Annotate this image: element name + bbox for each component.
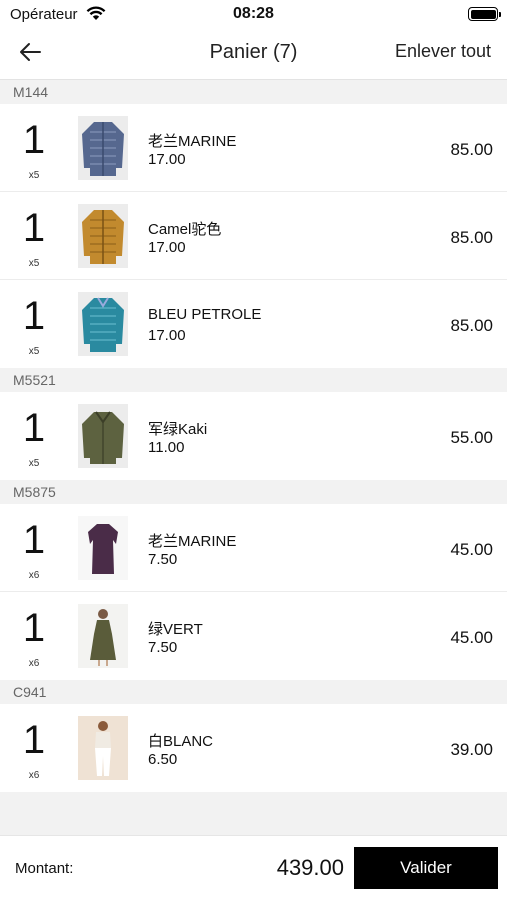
pack-multiplier: x6 (28, 570, 40, 581)
pack-multiplier: x6 (28, 658, 40, 669)
navigation-bar: Panier (7) Enlever tout (0, 28, 507, 80)
product-thumbnail (78, 292, 128, 356)
clock: 08:28 (233, 5, 274, 22)
pack-multiplier: x5 (28, 458, 40, 469)
cart-item[interactable]: 1 x5 军绿Kaki 11.00 55.00 (0, 392, 507, 480)
section-header: C941 (0, 680, 507, 704)
unit-price: 17.00 (148, 327, 186, 344)
product-thumbnail (78, 404, 128, 468)
product-thumbnail (78, 604, 128, 668)
unit-price: 11.00 (148, 439, 185, 456)
line-total: 45.00 (450, 540, 493, 559)
product-thumbnail (78, 116, 128, 180)
pack-multiplier: x5 (28, 170, 40, 181)
cart-item[interactable]: 1 x6 白BLANC 6.50 39.00 (0, 704, 507, 792)
status-bar: Opérateur 08:28 (0, 0, 507, 28)
quantity: 1 (22, 718, 46, 762)
product-name: BLEU PETROLE (148, 306, 262, 323)
cart-item[interactable]: 1 x6 绿VERT 7.50 45.00 (0, 592, 507, 680)
unit-price: 7.50 (148, 639, 178, 656)
battery-icon (468, 7, 501, 21)
quantity: 1 (22, 118, 46, 162)
cart-list: M144 1 x5 老兰MARINE 17.00 85.00 1 x5 Came… (0, 80, 507, 792)
product-thumbnail (78, 716, 128, 780)
unit-price: 7.50 (148, 551, 178, 568)
product-name: 白BLANC (148, 733, 214, 750)
total-amount: 439.00 (276, 855, 344, 880)
pack-multiplier: x6 (28, 770, 40, 781)
pack-multiplier: x5 (28, 258, 40, 269)
section-header: M5875 (0, 480, 507, 504)
section-header: M5521 (0, 368, 507, 392)
line-total: 39.00 (450, 740, 493, 759)
product-name: 老兰MARINE (148, 133, 237, 150)
product-thumbnail (78, 204, 128, 268)
quantity: 1 (22, 606, 46, 650)
cart-item[interactable]: 1 x5 BLEU PETROLE 17.00 85.00 (0, 280, 507, 368)
product-name: 军绿Kaki (148, 421, 208, 438)
remove-all-button[interactable]: Enlever tout (395, 41, 491, 62)
cart-item[interactable]: 1 x5 老兰MARINE 17.00 85.00 (0, 104, 507, 192)
unit-price: 17.00 (148, 239, 186, 256)
pack-multiplier: x5 (28, 346, 40, 357)
product-name: 老兰MARINE (148, 533, 237, 550)
amount-label: Montant: (15, 860, 74, 877)
cart-item[interactable]: 1 x6 老兰MARINE 7.50 45.00 (0, 504, 507, 592)
quantity: 1 (22, 518, 46, 562)
product-thumbnail (78, 516, 128, 580)
line-total: 85.00 (450, 140, 493, 159)
line-total: 85.00 (450, 316, 493, 335)
section-header: M144 (0, 80, 507, 104)
line-total: 45.00 (450, 628, 493, 647)
line-total: 85.00 (450, 228, 493, 247)
unit-price: 6.50 (148, 751, 178, 768)
validate-button[interactable]: Valider (354, 847, 498, 889)
quantity: 1 (22, 406, 46, 450)
checkout-footer: Montant: 439.00 Valider (0, 835, 507, 900)
product-name: 绿VERT (148, 621, 203, 638)
unit-price: 17.00 (148, 151, 186, 168)
cart-item[interactable]: 1 x5 Camel驼色 17.00 85.00 (0, 192, 507, 280)
quantity: 1 (22, 294, 46, 338)
quantity: 1 (22, 206, 46, 250)
product-name: Camel驼色 (148, 221, 222, 238)
line-total: 55.00 (450, 428, 493, 447)
